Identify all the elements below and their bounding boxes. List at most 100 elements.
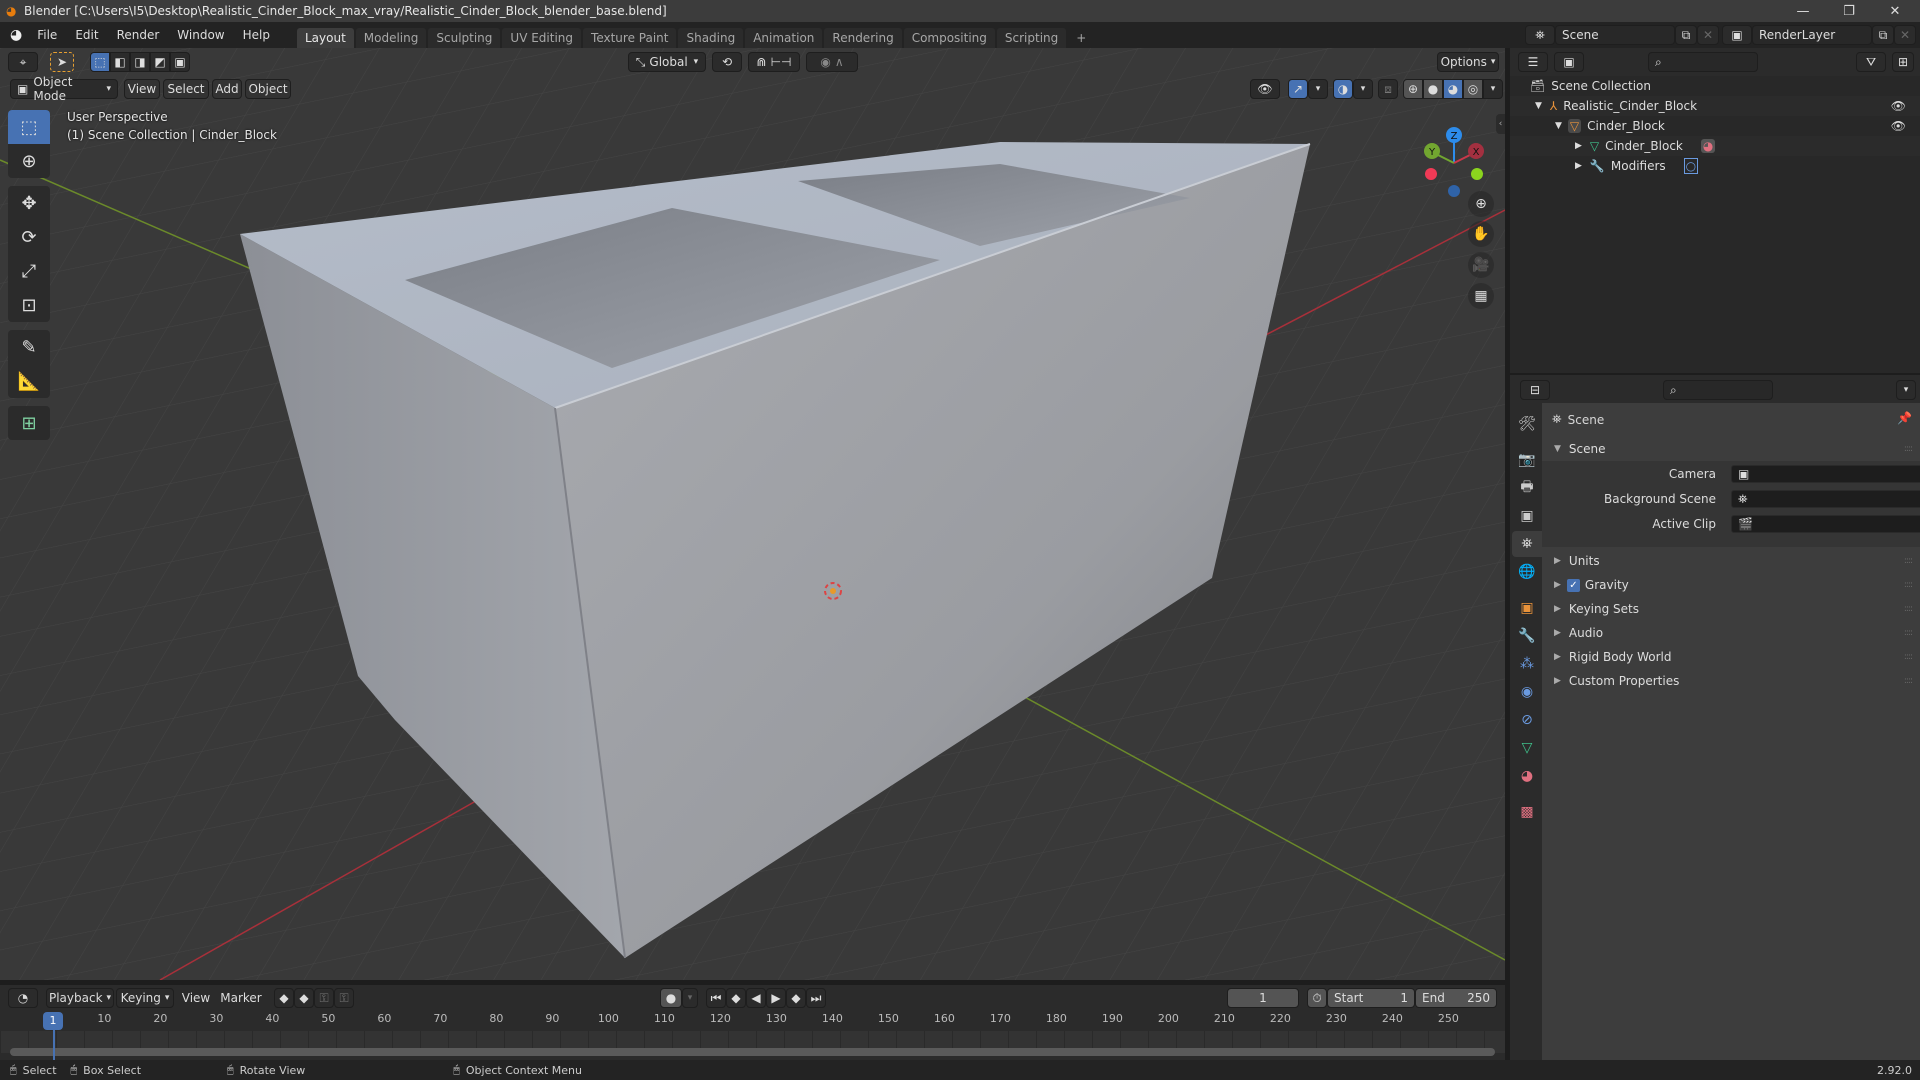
playhead[interactable]: 1 <box>43 1012 63 1030</box>
tab-texture[interactable]: ▩ <box>1512 799 1542 825</box>
tab-scene[interactable]: ⛯ <box>1512 531 1542 557</box>
eye-icon[interactable]: 👁 <box>1891 119 1906 133</box>
add-workspace-button[interactable]: + <box>1068 28 1094 48</box>
drag-grip-icon[interactable]: :::: <box>1904 604 1913 614</box>
view-menu[interactable]: View <box>124 79 160 99</box>
preview-range-toggle[interactable]: ⏱ <box>1307 988 1327 1008</box>
drag-grip-icon[interactable]: :::: <box>1904 580 1913 590</box>
outliner-scene-collection[interactable]: 🗃 Scene Collection <box>1510 76 1920 96</box>
cursor-tool[interactable]: ⊕ <box>8 144 50 178</box>
sidebar-toggle[interactable]: ‹ <box>1496 114 1505 134</box>
delete-view-layer-button[interactable]: ✕ <box>1894 25 1916 45</box>
tab-layout[interactable]: Layout <box>296 28 354 48</box>
outliner-item-mesh-data[interactable]: ▶ ▽ Cinder_Block ◕ <box>1510 136 1920 156</box>
transform-orientation-dropdown[interactable]: ⤡ Global ▾ <box>628 52 706 72</box>
select-tool-button[interactable]: ➤ <box>50 52 74 72</box>
auto-keying-toggle[interactable]: ● <box>660 988 682 1008</box>
visibility-dropdown[interactable]: 👁 <box>1250 79 1280 99</box>
view-layer-type-button[interactable]: ▣ <box>1722 25 1752 45</box>
select-menu[interactable]: Select <box>163 79 209 99</box>
shading-dropdown[interactable]: ▾ <box>1483 79 1503 99</box>
blender-menu-icon[interactable]: ◕ <box>0 22 28 48</box>
insert-keyframe-button[interactable]: ⚿ <box>314 988 334 1008</box>
marker-menu[interactable]: Marker <box>218 988 264 1008</box>
outliner-item-collection[interactable]: ▼ ⅄ Realistic_Cinder_Block 👁 <box>1510 96 1920 116</box>
pivot-point-dropdown[interactable]: ⟲ <box>712 52 742 72</box>
drag-grip-icon[interactable]: :::: <box>1904 652 1913 662</box>
shading-solid-button[interactable]: ● <box>1423 79 1443 99</box>
gravity-checkbox[interactable]: ✓ <box>1566 578 1580 592</box>
overlays-toggle[interactable]: ◑ <box>1333 79 1353 99</box>
jump-prev-keyframe-button[interactable]: ◆ <box>726 988 746 1008</box>
new-view-layer-button[interactable]: ⧉ <box>1872 25 1894 45</box>
tab-modifiers[interactable]: 🔧 <box>1512 623 1542 649</box>
properties-search-input[interactable]: ⌕ <box>1663 380 1773 400</box>
maximize-button[interactable]: ❐ <box>1826 0 1872 22</box>
neg-x-axis-handle[interactable] <box>1425 168 1437 180</box>
delete-keyframe-button[interactable]: ⚿ <box>334 988 354 1008</box>
tab-data[interactable]: ▽ <box>1512 735 1542 761</box>
tab-material[interactable]: ◕ <box>1512 763 1542 789</box>
keying-sets-panel-header[interactable]: ▶ Keying Sets :::: <box>1542 597 1918 621</box>
eye-icon[interactable]: 👁 <box>1891 99 1906 113</box>
active-clip-field[interactable]: 🎬 <box>1731 515 1920 533</box>
playback-menu[interactable]: Playback ▾ <box>46 988 114 1008</box>
transform-tool[interactable]: ⊡ <box>8 288 50 322</box>
tab-constraints[interactable]: ⊘ <box>1512 707 1542 733</box>
rotate-tool[interactable]: ⟳ <box>8 220 50 254</box>
jump-end-button[interactable]: ⏭ <box>806 988 826 1008</box>
pin-icon[interactable]: 📌 <box>1897 411 1912 425</box>
drag-grip-icon[interactable]: :::: <box>1904 444 1913 454</box>
auto-keying-dropdown[interactable]: ▾ <box>682 988 698 1008</box>
menu-edit[interactable]: Edit <box>66 22 107 48</box>
xray-toggle[interactable]: ⧈ <box>1378 79 1398 99</box>
measure-tool[interactable]: 📐 <box>8 364 50 398</box>
timeline-editor-type-button[interactable]: ◔ <box>8 988 38 1008</box>
tab-animation[interactable]: Animation <box>745 28 823 48</box>
shading-wireframe-button[interactable]: ⊕ <box>1403 79 1423 99</box>
tab-sculpting[interactable]: Sculpting <box>428 28 501 48</box>
jump-next-keyframe-button[interactable]: ◆ <box>786 988 806 1008</box>
scene-panel-header[interactable]: ▼ Scene :::: <box>1542 437 1918 461</box>
3d-viewport[interactable]: ⌖ ➤ ⬚ ◧ ◨ ◩ ▣ ⤡ Global ▾ ⟲ ⋒ ⊢⊣ ◉ ∧ Option… <box>0 48 1505 980</box>
tab-physics[interactable]: ◉ <box>1512 679 1542 705</box>
scale-tool[interactable]: ⤢ <box>8 254 50 288</box>
timeline-view-menu[interactable]: View <box>178 988 214 1008</box>
outliner-item-modifiers[interactable]: ▶ 🔧 Modifiers ○ <box>1510 156 1920 176</box>
tab-modeling[interactable]: Modeling <box>355 28 427 48</box>
editor-type-button[interactable]: ⌖ <box>8 52 38 72</box>
gravity-panel-header[interactable]: ▶ ✓ Gravity :::: <box>1542 573 1918 597</box>
view-layer-name-field[interactable]: RenderLayer <box>1752 25 1872 45</box>
gizmo-dropdown[interactable]: ▾ <box>1308 79 1328 99</box>
tab-render[interactable]: 📷 <box>1512 447 1542 473</box>
menu-file[interactable]: File <box>28 22 66 48</box>
expand-arrow-icon[interactable]: ▶ <box>1575 141 1582 151</box>
mode-invert-button[interactable]: ◩ <box>150 52 170 72</box>
add-menu[interactable]: Add <box>212 79 242 99</box>
mode-subtract-button[interactable]: ◨ <box>130 52 150 72</box>
area-divider[interactable] <box>1505 980 1510 1060</box>
snap-dropdown[interactable]: ⋒ ⊢⊣ <box>748 52 800 72</box>
drag-grip-icon[interactable]: :::: <box>1904 556 1913 566</box>
outliner-item-object[interactable]: ▼ ▽ Cinder_Block 👁 <box>1510 116 1920 136</box>
neg-z-axis-handle[interactable] <box>1448 185 1460 197</box>
zoom-view-button[interactable]: ⊕ <box>1468 191 1494 217</box>
object-mode-dropdown[interactable]: ▣ Object Mode ▾ <box>10 75 118 103</box>
prev-keyframe-button[interactable]: ◆ <box>274 988 294 1008</box>
new-collection-button[interactable]: ⊞ <box>1892 52 1914 72</box>
tab-shading[interactable]: Shading <box>678 28 744 48</box>
menu-window[interactable]: Window <box>168 22 233 48</box>
background-scene-field[interactable]: ⛯ <box>1731 490 1920 508</box>
tab-tool[interactable]: 🛠 <box>1512 411 1542 437</box>
timeline-scrollbar[interactable] <box>10 1048 1495 1056</box>
tab-particles[interactable]: ⁂ <box>1512 651 1542 677</box>
menu-render[interactable]: Render <box>108 22 169 48</box>
mode-intersect-button[interactable]: ▣ <box>170 52 190 72</box>
properties-options-dropdown[interactable]: ▾ <box>1896 380 1916 400</box>
annotate-tool[interactable]: ✎ <box>8 330 50 364</box>
overlays-dropdown[interactable]: ▾ <box>1353 79 1373 99</box>
tab-scripting[interactable]: Scripting <box>996 28 1067 48</box>
perspective-toggle-button[interactable]: ▦ <box>1468 283 1494 309</box>
options-dropdown[interactable]: Options ▾ <box>1437 52 1499 72</box>
audio-panel-header[interactable]: ▶ Audio :::: <box>1542 621 1918 645</box>
